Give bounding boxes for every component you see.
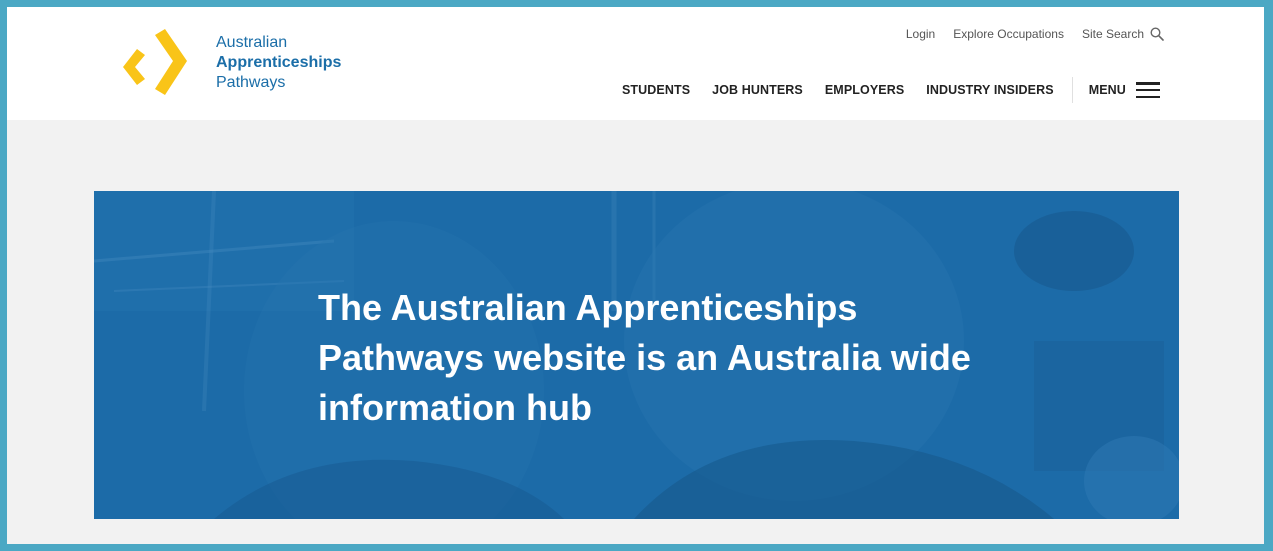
utility-nav: Login Explore Occupations Site Search <box>906 27 1164 41</box>
nav-employers[interactable]: EMPLOYERS <box>825 83 904 97</box>
explore-occupations-link[interactable]: Explore Occupations <box>953 27 1064 41</box>
menu-label: MENU <box>1088 83 1126 97</box>
chevron-logo-icon <box>123 29 187 95</box>
site-search-link[interactable]: Site Search <box>1082 27 1164 41</box>
nav-students[interactable]: STUDENTS <box>622 83 690 97</box>
logo-line-1: Australian <box>216 34 288 51</box>
hero-banner: The Australian Apprenticeships Pathways … <box>94 191 1179 519</box>
hero-title: The Australian Apprenticeships Pathways … <box>318 287 971 428</box>
main-nav: STUDENTS JOB HUNTERS EMPLOYERS INDUSTRY … <box>622 77 1160 103</box>
browser-frame: Australian Apprenticeships Pathways Logi… <box>7 7 1264 544</box>
site-search-label: Site Search <box>1081 27 1144 41</box>
nav-industry-insiders[interactable]: INDUSTRY INSIDERS <box>926 83 1053 97</box>
site-header: Australian Apprenticeships Pathways Logi… <box>7 7 1264 120</box>
logo-line-2: Apprenticeships <box>216 54 342 71</box>
search-icon <box>1150 27 1164 41</box>
login-link[interactable]: Login <box>906 27 935 41</box>
nav-job-hunters[interactable]: JOB HUNTERS <box>712 83 803 97</box>
logo-line-3: Pathways <box>216 74 286 91</box>
menu-button[interactable]: MENU <box>1089 82 1160 98</box>
hamburger-icon <box>1135 82 1160 98</box>
nav-divider <box>1071 77 1073 103</box>
logo-wordmark: Australian Apprenticeships Pathways <box>216 33 341 93</box>
